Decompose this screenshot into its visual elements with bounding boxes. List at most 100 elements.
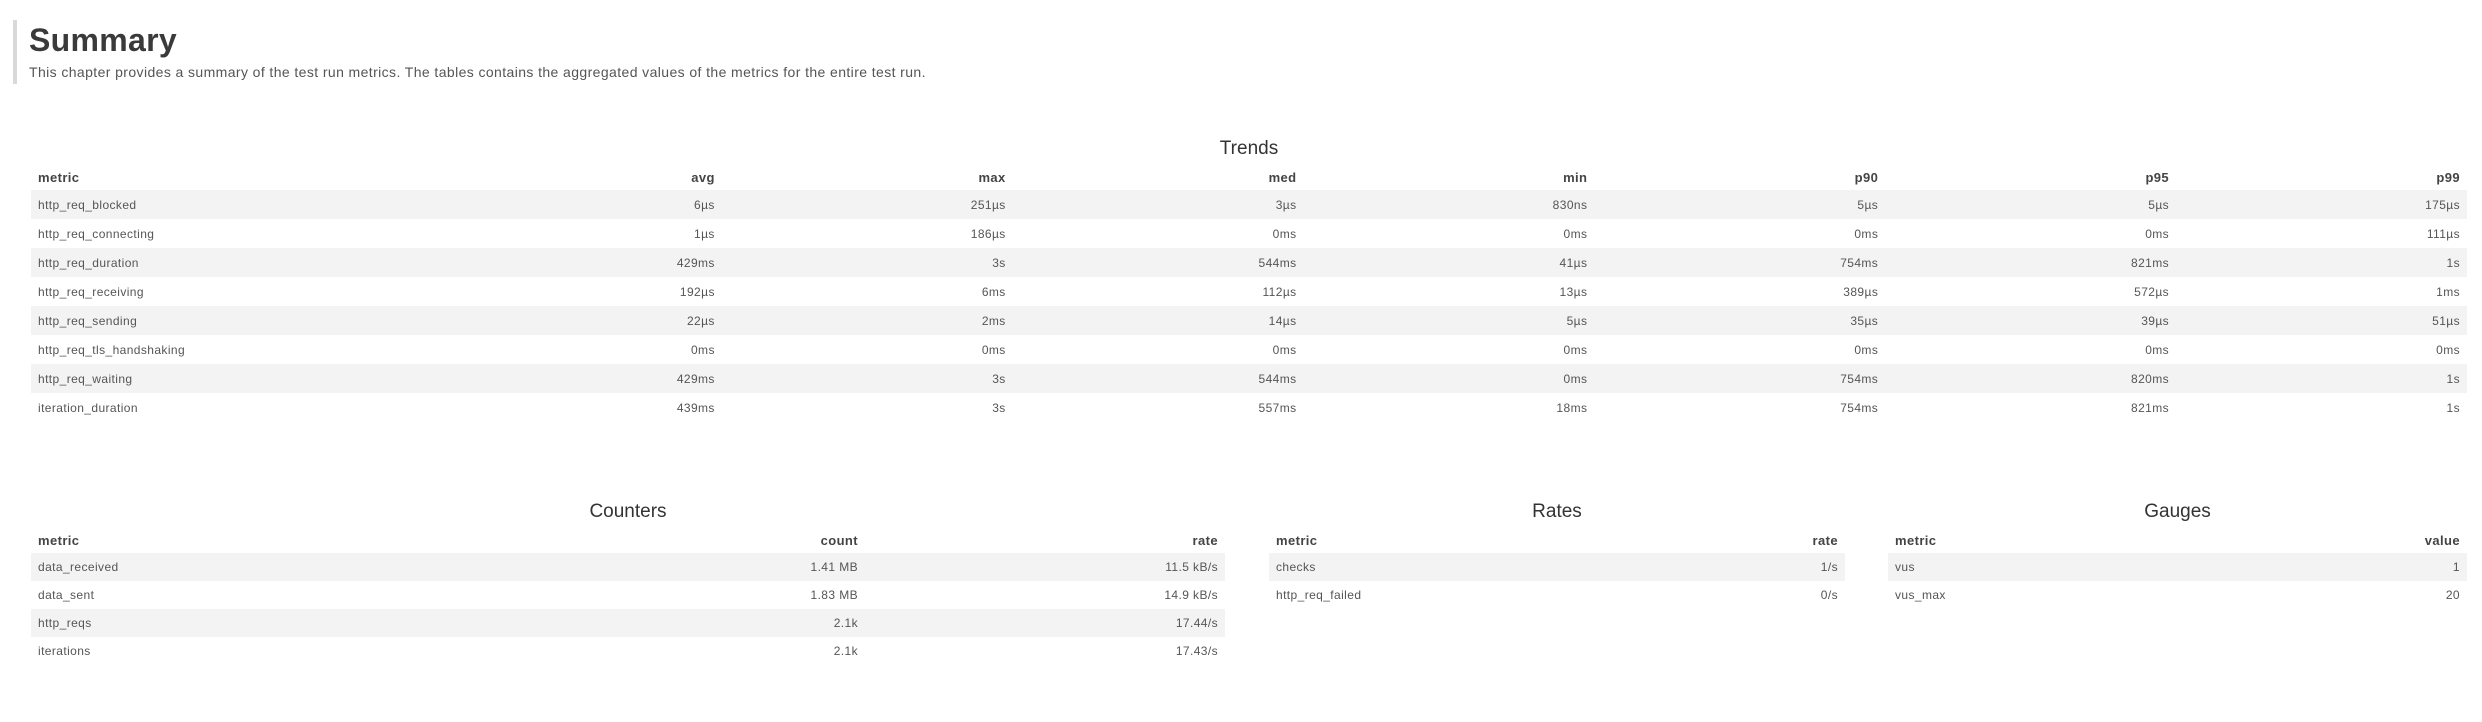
trends-table: metric avg max med min p90 p95 p99 http_req_blo…: [31, 164, 2467, 422]
metric-name-cell: http_req_failed: [1276, 588, 1362, 602]
metric-value-cell: 0/s: [1820, 588, 1838, 602]
metric-value-cell: 6ms: [981, 284, 1006, 299]
metric-value-cell: 1/s: [1557, 553, 1845, 581]
table-row: vus 1: [1888, 553, 2467, 581]
table-row: http_req_duration 429ms 3s 544ms 41µs 754ms 82…: [31, 248, 2467, 277]
metric-value-cell: 754ms: [1594, 248, 1886, 277]
chapter-description: This chapter provides a summary of the t…: [29, 64, 926, 80]
metric-value-cell: 544ms: [1012, 364, 1304, 393]
metric-value-cell: 1: [2177, 553, 2467, 581]
metric-value-cell: 0ms: [1303, 364, 1595, 393]
metric-value-cell: 1.83 MB: [810, 588, 858, 602]
trends-title: Trends: [1219, 138, 1279, 159]
metric-value-cell: 1.41 MB: [331, 553, 865, 581]
metric-value-cell: 1s: [2176, 364, 2467, 393]
metric-value-cell: 3s: [721, 364, 1013, 393]
metric-value-cell: 820ms: [1885, 364, 2177, 393]
metric-value-cell: 186µs: [970, 226, 1006, 241]
counters-header-metric: metric: [38, 532, 80, 548]
gauges-title: Gauges: [2144, 501, 2211, 522]
metric-value-cell: 1s: [2446, 400, 2460, 415]
metric-value-cell: 429ms: [431, 248, 722, 277]
metric-name-cell: http_reqs: [31, 609, 331, 637]
metric-value-cell: 20: [2445, 588, 2460, 602]
metric-name-cell: iteration_duration: [38, 400, 138, 415]
metric-value-cell: 0ms: [690, 342, 715, 357]
metric-value-cell: 0ms: [1272, 226, 1297, 241]
metric-value-cell: 0ms: [2436, 342, 2460, 357]
metric-value-cell: 3s: [721, 248, 1013, 277]
metric-value-cell: 22µs: [431, 306, 722, 335]
table-row: vus_max 20: [1888, 581, 2467, 609]
metric-value-cell: 5µs: [1885, 190, 2177, 219]
trends-header-avg: avg: [691, 169, 715, 185]
metric-name-cell: http_req_blocked: [31, 190, 431, 219]
metric-value-cell: 0ms: [1272, 342, 1297, 357]
table-row: data_sent 1.83 MB 14.9 kB/s: [31, 581, 1225, 609]
metric-name-cell: http_req_receiving: [38, 284, 144, 299]
metric-value-cell: 6µs: [431, 190, 722, 219]
rates-table: metric rate checks 1/s http_req_failed 0/s: [1269, 527, 1845, 609]
metric-value-cell: 0ms: [981, 342, 1006, 357]
metric-name-cell: iterations: [38, 644, 91, 658]
metric-value-cell: 14µs: [1012, 306, 1304, 335]
table-row: http_req_blocked 6µs 251µs 3µs 830ns 5µs 5µs 17…: [31, 190, 2467, 219]
table-row: checks 1/s: [1269, 553, 1845, 581]
gauges-table: metric value vus 1 vus_max 20: [1888, 527, 2467, 609]
metric-value-cell: 35µs: [1594, 306, 1886, 335]
metric-value-cell: 0ms: [1563, 226, 1588, 241]
metric-value-cell: 0ms: [2145, 226, 2170, 241]
metric-value-cell: 0ms: [2145, 342, 2170, 357]
gauges-header-value: value: [2424, 532, 2460, 548]
metric-value-cell: 389µs: [1843, 284, 1879, 299]
metric-value-cell: 13µs: [1559, 284, 1588, 299]
table-row: http_req_sending 22µs 2ms 14µs 5µs 35µs 39µs 51…: [31, 306, 2467, 335]
metric-value-cell: 754ms: [1840, 400, 1879, 415]
metric-value-cell: 39µs: [1885, 306, 2177, 335]
counters-table: metric count rate data_received 1.41 MB 11.5…: [31, 527, 1225, 665]
rates-header-rate: rate: [1812, 532, 1838, 548]
table-row: http_req_tls_handshaking 0ms 0ms 0ms 0ms 0ms 0…: [31, 335, 2467, 364]
trends-header-metric: metric: [38, 169, 80, 185]
metric-value-cell: 754ms: [1594, 364, 1886, 393]
metric-value-cell: 51µs: [2176, 306, 2467, 335]
trends-section: Trends metric avg max med min p90 p95 p99 http_…: [31, 134, 2467, 422]
metric-value-cell: 175µs: [2176, 190, 2467, 219]
metric-value-cell: 17.44/s: [865, 609, 1225, 637]
trends-header-p95: p95: [2145, 169, 2170, 185]
metric-value-cell: 572µs: [2134, 284, 2170, 299]
metric-value-cell: 0ms: [1563, 342, 1588, 357]
metric-name-cell: http_req_waiting: [31, 364, 431, 393]
metric-value-cell: 0ms: [1854, 226, 1879, 241]
metric-value-cell: 429ms: [431, 364, 722, 393]
metric-value-cell: 2.1k: [833, 644, 858, 658]
metric-name-cell: vus: [1888, 553, 2178, 581]
metric-value-cell: 14.9 kB/s: [1164, 588, 1218, 602]
metric-value-cell: 2ms: [721, 306, 1013, 335]
metric-value-cell: 2.1k: [331, 609, 865, 637]
metric-value-cell: 3µs: [1012, 190, 1304, 219]
trends-header-med: med: [1268, 169, 1297, 185]
metric-value-cell: 192µs: [679, 284, 715, 299]
metric-value-cell: 821ms: [1885, 248, 2177, 277]
counters-section: Counters metric count rate data_received 1.…: [31, 497, 1225, 665]
trends-header-p90: p90: [1854, 169, 1879, 185]
metric-value-cell: 18ms: [1556, 400, 1588, 415]
metric-name-cell: http_req_duration: [31, 248, 431, 277]
rates-header-metric: metric: [1276, 532, 1318, 548]
metric-value-cell: 1µs: [694, 226, 715, 241]
table-row: iterations 2.1k 17.43/s: [31, 637, 1225, 665]
metric-value-cell: 111µs: [2426, 226, 2460, 241]
rates-section: Rates metric rate checks 1/s http_req_faile…: [1269, 497, 1845, 609]
table-row: http_req_receiving 192µs 6ms 112µs 13µs 389µs…: [31, 277, 2467, 306]
counters-header-count: count: [820, 532, 858, 548]
metric-value-cell: 5µs: [1594, 190, 1886, 219]
table-row: iteration_duration 439ms 3s 557ms 18ms 754ms 8…: [31, 393, 2467, 422]
counters-title: Counters: [589, 501, 667, 522]
trends-header-p99: p99: [2436, 169, 2460, 185]
metric-value-cell: 1ms: [2436, 284, 2460, 299]
metric-value-cell: 41µs: [1303, 248, 1595, 277]
table-row: data_received 1.41 MB 11.5 kB/s: [31, 553, 1225, 581]
counters-header-rate: rate: [1192, 532, 1218, 548]
metric-name-cell: http_req_connecting: [38, 226, 155, 241]
